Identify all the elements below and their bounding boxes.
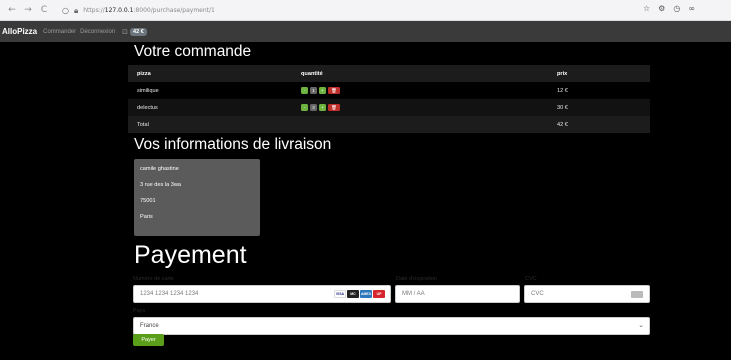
amex-icon: AMEX <box>360 290 372 298</box>
pizza-price: 12 € <box>557 87 568 94</box>
shield-icon: ○ <box>62 6 69 15</box>
cart-icon: ⊡ <box>122 27 129 36</box>
quantity-stepper: - 1 + 🗑︎ <box>301 87 340 94</box>
expiry-label: Date d'expiration <box>396 276 438 282</box>
app-navbar: AlloPizza Commander Déconnexion ⊡ 42 € <box>0 21 731 42</box>
trash-icon[interactable]: 🗑︎ <box>328 87 340 94</box>
cvc-input[interactable]: CVC <box>524 285 650 303</box>
address-bar[interactable]: ○ 🔒︎ https://127.0.0.1:8000/purchase/pay… <box>62 4 215 17</box>
brand-logo[interactable]: AlloPizza <box>2 27 37 36</box>
card-number-input[interactable]: 1234 1234 1234 1234 VISA MC AMEX UP <box>133 285 391 303</box>
delivery-info-card: camile ghastine 3 rue des la 3wa 75001 P… <box>134 159 260 236</box>
total-value: 42 € <box>557 121 568 128</box>
infinity-icon[interactable]: ∞ <box>688 4 695 13</box>
nav-link-logout[interactable]: Déconnexion <box>80 29 115 35</box>
expiry-placeholder: MM / AA <box>402 291 425 297</box>
total-row: Total 42 € <box>128 116 650 133</box>
nav-link-commander[interactable]: Commander <box>43 29 76 35</box>
table-header: pizza quantité prix <box>128 65 650 82</box>
customer-city: Paris <box>140 214 153 220</box>
quantity-value: 1 <box>310 87 317 94</box>
table-row: delectus - 3 + 🗑︎ 30 € <box>128 99 650 116</box>
quantity-stepper: - 3 + 🗑︎ <box>301 104 340 111</box>
back-icon[interactable]: ← <box>4 5 20 15</box>
order-table: pizza quantité prix similique - 1 + 🗑︎ 1… <box>128 65 650 133</box>
delivery-title: Vos informations de livraison <box>134 136 332 153</box>
customer-zip: 75001 <box>140 198 156 204</box>
country-label: Pays <box>133 308 146 314</box>
decrease-button[interactable]: - <box>301 104 308 111</box>
pizza-name: delectus <box>137 104 158 111</box>
country-select[interactable]: France ⌄ <box>133 317 650 335</box>
customer-name: camile ghastine <box>140 166 179 172</box>
url-text[interactable]: https://127.0.0.1:8000/purchase/payment/… <box>83 7 215 14</box>
reload-icon[interactable]: C <box>36 5 52 15</box>
history-icon[interactable]: ◷ <box>673 4 680 13</box>
pay-button[interactable]: Payer <box>133 334 164 346</box>
pizza-price: 30 € <box>557 104 568 111</box>
card-brands: VISA MC AMEX UP <box>334 290 385 298</box>
total-label: Total <box>137 121 149 128</box>
increase-button[interactable]: + <box>319 104 326 111</box>
trash-icon[interactable]: 🗑︎ <box>328 104 340 111</box>
browser-toolbar: ← → C ○ 🔒︎ https://127.0.0.1:8000/purcha… <box>0 0 731 21</box>
cvc-card-icon <box>631 291 643 298</box>
country-value: France <box>140 323 159 329</box>
col-pizza: pizza <box>137 70 151 77</box>
decrease-button[interactable]: - <box>301 87 308 94</box>
pizza-name: similique <box>137 87 159 94</box>
table-row: similique - 1 + 🗑︎ 12 € <box>128 82 650 99</box>
cvc-placeholder: CVC <box>531 291 544 297</box>
chevron-down-icon: ⌄ <box>638 321 644 329</box>
visa-icon: VISA <box>334 290 346 298</box>
lock-icon: 🔒︎ <box>73 5 79 15</box>
col-price: prix <box>557 70 568 77</box>
card-number-placeholder: 1234 1234 1234 1234 <box>140 291 199 297</box>
forward-icon[interactable]: → <box>20 5 36 15</box>
expiry-input[interactable]: MM / AA <box>395 285 520 303</box>
payment-title: Payement <box>134 241 247 269</box>
cart-button[interactable]: ⊡ 42 € <box>122 27 147 36</box>
cart-total-badge: 42 € <box>130 27 147 36</box>
increase-button[interactable]: + <box>319 87 326 94</box>
card-number-label: Numéro de carte <box>133 276 174 282</box>
bookmark-icon[interactable]: ☆ <box>643 4 650 13</box>
customer-street: 3 rue des la 3wa <box>140 182 182 188</box>
order-title: Votre commande <box>134 43 252 60</box>
cvc-label: CVC <box>525 276 537 282</box>
mastercard-icon: MC <box>347 290 359 298</box>
extensions-icon[interactable]: ⚙ <box>658 4 665 13</box>
col-quantity: quantité <box>301 70 323 77</box>
quantity-value: 3 <box>310 104 317 111</box>
unionpay-icon: UP <box>373 290 385 298</box>
